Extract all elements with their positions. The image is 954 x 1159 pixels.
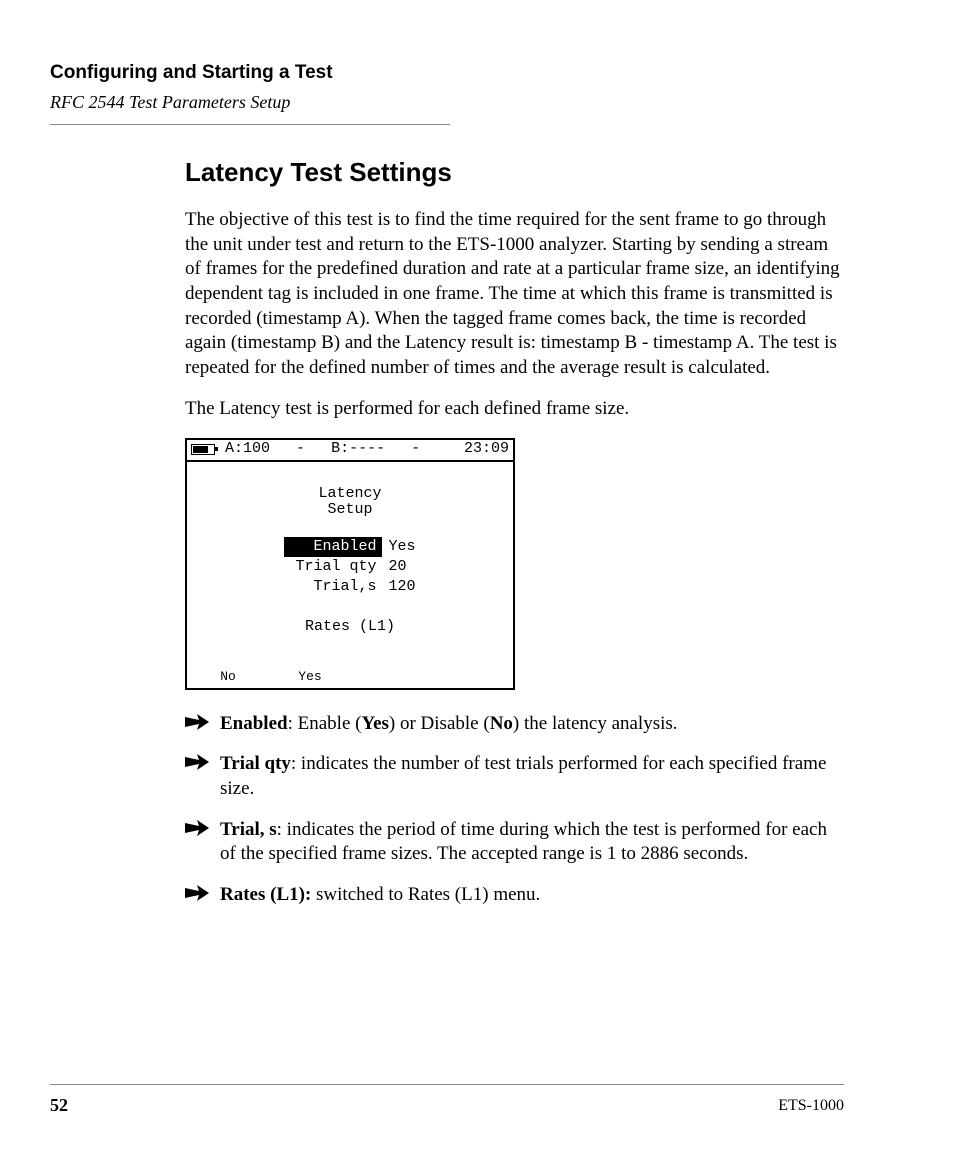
- running-section-title: Configuring and Starting a Test: [50, 60, 450, 86]
- list-item: Enabled: Enable (Yes) or Disable (No) th…: [185, 712, 845, 737]
- list-item: Trial, s: indicates the period of time d…: [185, 818, 845, 867]
- battery-icon: [191, 444, 215, 455]
- term-trials: Trial, s: [220, 819, 277, 840]
- param-enabled-label: Enabled: [284, 537, 382, 557]
- term-rates: Rates (L1):: [220, 884, 311, 905]
- device-screenshot: A:100 - B:---- - 23:09 Latency Setup Ena…: [185, 438, 515, 690]
- running-head: Configuring and Starting a Test RFC 2544…: [50, 60, 450, 125]
- softkey-yes: Yes: [269, 668, 351, 686]
- device-screen-title: Latency Setup: [187, 486, 513, 519]
- term-trialqty: Trial qty: [220, 753, 291, 774]
- product-name: ETS-1000: [778, 1095, 844, 1117]
- param-enabled-value: Yes: [382, 537, 415, 557]
- port-a-status: A:100: [225, 439, 270, 459]
- parameter-list: Enabled: Enable (Yes) or Disable (No) th…: [185, 712, 845, 908]
- paragraph-intro: The objective of this test is to find th…: [185, 208, 845, 381]
- device-status-bar: A:100 - B:---- - 23:09: [187, 440, 513, 462]
- page-footer: 52 ETS-1000: [50, 1084, 844, 1117]
- page-number: 52: [50, 1093, 68, 1117]
- softkey-no: No: [187, 668, 269, 686]
- device-clock: 23:09: [464, 439, 509, 459]
- document-page: Configuring and Starting a Test RFC 2544…: [0, 0, 954, 1159]
- list-item: Rates (L1): switched to Rates (L1) menu.: [185, 883, 845, 908]
- arrow-icon: [185, 754, 209, 770]
- port-b-dash: -: [411, 439, 420, 459]
- port-b-status: B:----: [331, 439, 385, 459]
- port-a-dash: -: [296, 439, 305, 459]
- list-item: Trial qty: indicates the number of test …: [185, 752, 845, 801]
- arrow-icon: [185, 820, 209, 836]
- param-trials-value: 120: [382, 577, 415, 597]
- term-enabled: Enabled: [220, 713, 288, 734]
- device-softkeys: No Yes: [187, 668, 513, 686]
- arrow-icon: [185, 885, 209, 901]
- content-body: Latency Test Settings The objective of t…: [185, 155, 845, 908]
- arrow-icon: [185, 714, 209, 730]
- section-heading: Latency Test Settings: [185, 155, 845, 190]
- paragraph-note: The Latency test is performed for each d…: [185, 397, 845, 422]
- param-trialqty-label: Trial qty: [284, 557, 382, 577]
- device-rates-link: Rates (L1): [187, 617, 513, 637]
- device-params: Enabled Yes Trial qty 20 Trial,s 120: [284, 537, 415, 598]
- param-trials-label: Trial,s: [284, 577, 382, 597]
- running-subsection-title: RFC 2544 Test Parameters Setup: [50, 90, 450, 114]
- device-body: Latency Setup Enabled Yes Trial qty 20 T…: [187, 462, 513, 638]
- param-trialqty-value: 20: [382, 557, 406, 577]
